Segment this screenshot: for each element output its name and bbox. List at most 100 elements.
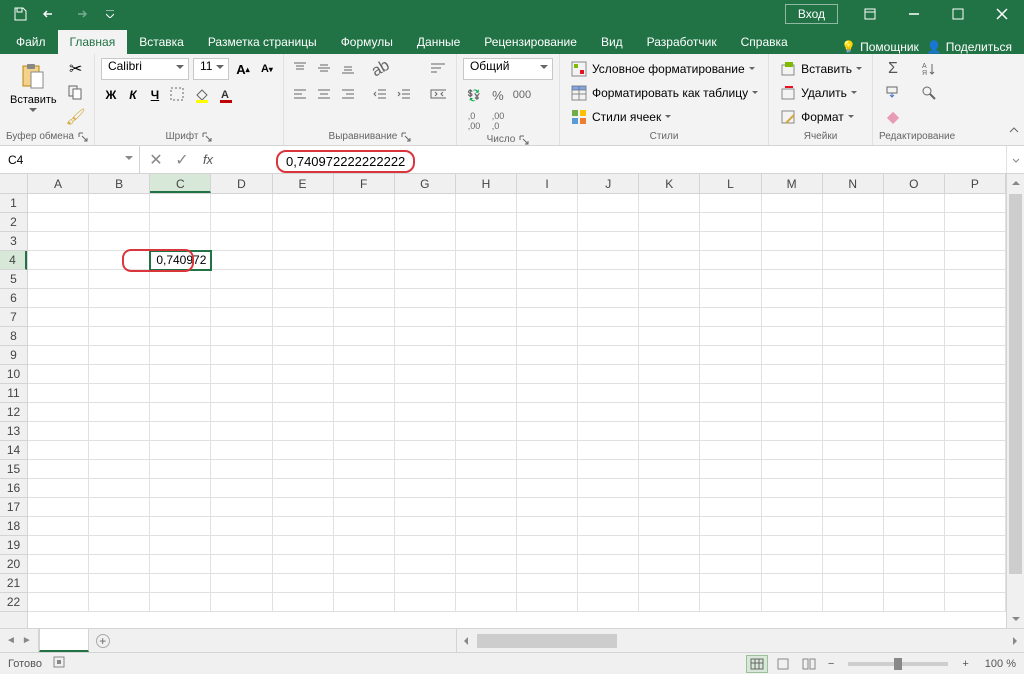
cell[interactable] [456, 479, 517, 498]
cell[interactable] [762, 574, 823, 593]
cell[interactable] [517, 593, 578, 612]
format-as-table-button[interactable]: Форматировать как таблицу [566, 82, 762, 104]
cell[interactable] [334, 365, 395, 384]
column-header[interactable]: G [395, 174, 456, 193]
cell[interactable] [395, 194, 456, 213]
cell[interactable] [89, 422, 150, 441]
cell[interactable] [456, 536, 517, 555]
cell[interactable] [517, 327, 578, 346]
cell[interactable] [456, 517, 517, 536]
cell[interactable]: 0,740972 [150, 251, 211, 270]
cell[interactable] [89, 346, 150, 365]
cell[interactable] [639, 327, 700, 346]
save-button[interactable] [6, 2, 34, 26]
cell[interactable] [578, 593, 639, 612]
qat-customize-button[interactable] [96, 2, 124, 26]
cell[interactable] [395, 232, 456, 251]
cell[interactable] [395, 441, 456, 460]
copy-button[interactable] [65, 82, 87, 104]
column-header[interactable]: F [334, 174, 395, 193]
cell[interactable] [517, 574, 578, 593]
cell[interactable] [273, 251, 334, 270]
cell[interactable] [456, 289, 517, 308]
cell[interactable] [211, 593, 272, 612]
cancel-formula-button[interactable]: ✕ [144, 148, 168, 172]
cell[interactable] [150, 327, 211, 346]
cell[interactable] [150, 479, 211, 498]
cell[interactable] [334, 403, 395, 422]
cell[interactable] [762, 346, 823, 365]
tab-developer[interactable]: Разработчик [635, 30, 729, 54]
borders-button[interactable] [167, 84, 189, 106]
cell[interactable] [334, 327, 395, 346]
cell[interactable] [334, 536, 395, 555]
cells-area[interactable]: 0,740972 [28, 194, 1006, 628]
cell[interactable] [945, 270, 1006, 289]
cell[interactable] [334, 555, 395, 574]
cell[interactable] [639, 251, 700, 270]
cell[interactable] [273, 213, 334, 232]
cell[interactable] [334, 517, 395, 536]
cell[interactable] [89, 479, 150, 498]
cell[interactable] [334, 422, 395, 441]
cell[interactable] [273, 365, 334, 384]
cell[interactable] [884, 536, 945, 555]
cell[interactable] [639, 536, 700, 555]
merge-center-button[interactable] [426, 84, 450, 106]
cell[interactable] [89, 498, 150, 517]
cell[interactable] [700, 308, 761, 327]
format-cells-button[interactable]: Формат [775, 106, 858, 128]
cell[interactable] [517, 536, 578, 555]
cell[interactable] [884, 327, 945, 346]
row-header[interactable]: 11 [0, 384, 27, 403]
increase-indent-button[interactable] [394, 84, 416, 106]
cell[interactable] [762, 194, 823, 213]
cell[interactable] [700, 441, 761, 460]
cell[interactable] [456, 574, 517, 593]
row-header[interactable]: 2 [0, 213, 27, 232]
row-header[interactable]: 12 [0, 403, 27, 422]
cell[interactable] [762, 422, 823, 441]
cell[interactable] [700, 460, 761, 479]
cell[interactable] [211, 574, 272, 593]
tab-help[interactable]: Справка [729, 30, 800, 54]
cell[interactable] [334, 498, 395, 517]
row-header[interactable]: 9 [0, 346, 27, 365]
cell[interactable] [211, 213, 272, 232]
cell[interactable] [823, 251, 884, 270]
cell[interactable] [700, 365, 761, 384]
cell[interactable] [517, 251, 578, 270]
cell[interactable] [823, 346, 884, 365]
cell[interactable] [150, 536, 211, 555]
cell[interactable] [639, 270, 700, 289]
cell[interactable] [28, 308, 89, 327]
formula-input[interactable] [224, 146, 1006, 173]
cell[interactable] [28, 479, 89, 498]
cell[interactable] [456, 194, 517, 213]
find-select-button[interactable] [915, 82, 943, 104]
cell[interactable] [762, 555, 823, 574]
row-header[interactable]: 18 [0, 517, 27, 536]
enter-formula-button[interactable]: ✓ [170, 148, 194, 172]
cell[interactable] [517, 403, 578, 422]
cell[interactable] [884, 232, 945, 251]
row-header[interactable]: 13 [0, 422, 27, 441]
font-name-select[interactable]: Calibri [101, 58, 189, 80]
row-header[interactable]: 6 [0, 289, 27, 308]
cell[interactable] [456, 365, 517, 384]
cell[interactable] [762, 308, 823, 327]
cell[interactable] [456, 251, 517, 270]
row-header[interactable]: 17 [0, 498, 27, 517]
cell[interactable] [517, 194, 578, 213]
autosum-button[interactable]: Σ [879, 58, 907, 80]
cell[interactable] [517, 346, 578, 365]
cell[interactable] [456, 422, 517, 441]
cell[interactable] [150, 346, 211, 365]
cell[interactable] [211, 194, 272, 213]
cell[interactable] [762, 270, 823, 289]
cell[interactable] [639, 194, 700, 213]
fill-color-button[interactable] [191, 84, 213, 106]
insert-function-button[interactable]: fx [196, 148, 220, 172]
cell[interactable] [456, 460, 517, 479]
align-top-button[interactable] [290, 58, 312, 80]
